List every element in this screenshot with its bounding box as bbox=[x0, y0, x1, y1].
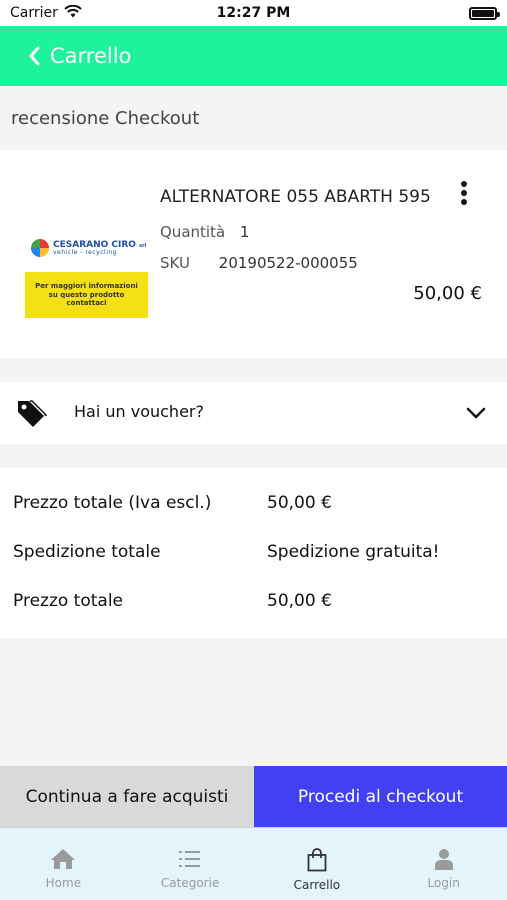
brand-logo: CESARANO CIRO srl vehicle - recycling bbox=[25, 224, 148, 272]
order-totals: Prezzo totale (Iva escl.) 50,00 € Spediz… bbox=[0, 468, 507, 638]
voucher-toggle[interactable]: Hai un voucher? bbox=[0, 382, 507, 444]
page-subtitle: recensione Checkout bbox=[0, 86, 507, 150]
continue-shopping-button[interactable]: Continua a fare acquisti bbox=[0, 766, 254, 827]
wifi-icon bbox=[64, 4, 82, 22]
user-icon bbox=[434, 848, 454, 870]
product-image: CESARANO CIRO srl vehicle - recycling Pe… bbox=[25, 224, 148, 320]
chevron-down-icon[interactable] bbox=[466, 404, 486, 422]
checkout-button[interactable]: Procedi al checkout bbox=[254, 766, 507, 827]
nav-header: Carrello bbox=[0, 26, 507, 86]
back-chevron-icon[interactable] bbox=[28, 46, 40, 66]
tab-home[interactable]: Home bbox=[0, 828, 127, 900]
total-value: Spedizione gratuita! bbox=[267, 542, 440, 562]
total-value: 50,00 € bbox=[267, 493, 332, 513]
total-label: Prezzo totale bbox=[13, 591, 124, 611]
tab-categorie[interactable]: Categorie bbox=[127, 828, 254, 900]
product-info-banner: Per maggiori informazioni su questo prod… bbox=[25, 272, 148, 318]
list-icon bbox=[179, 848, 201, 870]
brand-logo-mark-icon bbox=[31, 239, 49, 257]
product-price: 50,00 € bbox=[413, 283, 482, 304]
total-label: Spedizione totale bbox=[13, 542, 161, 562]
battery-icon bbox=[469, 6, 500, 20]
back-button-title[interactable]: Carrello bbox=[50, 44, 131, 68]
quantity-label: Quantità bbox=[160, 223, 226, 241]
total-value: 50,00 € bbox=[267, 591, 332, 611]
tab-label: Home bbox=[45, 876, 82, 890]
sku-label: SKU bbox=[160, 254, 190, 272]
tag-icon bbox=[15, 397, 48, 429]
product-name: ALTERNATORE 055 ABARTH 595 bbox=[160, 187, 431, 207]
bag-icon bbox=[307, 848, 327, 872]
voucher-label: Hai un voucher? bbox=[74, 402, 204, 421]
tab-login[interactable]: Login bbox=[380, 828, 507, 900]
sku-value: 20190522-000055 bbox=[218, 254, 358, 272]
status-left: Carrier bbox=[10, 4, 82, 22]
sku-row: SKU 20190522-000055 bbox=[160, 254, 358, 272]
logo-name: CESARANO CIRO bbox=[53, 239, 136, 250]
tab-bar: Home Categorie Carrello Login bbox=[0, 827, 507, 900]
more-options-icon[interactable] bbox=[456, 180, 472, 208]
tab-carrello[interactable]: Carrello bbox=[254, 828, 381, 900]
status-bar: Carrier 12:27 PM bbox=[0, 0, 507, 26]
total-label: Prezzo totale (Iva escl.) bbox=[13, 493, 212, 513]
tab-label: Carrello bbox=[293, 878, 341, 892]
quantity-row: Quantità 1 bbox=[160, 223, 249, 241]
tab-label: Login bbox=[427, 876, 460, 890]
tab-label: Categorie bbox=[160, 876, 220, 890]
cart-product-card: CESARANO CIRO srl vehicle - recycling Pe… bbox=[0, 150, 507, 358]
quantity-value: 1 bbox=[239, 223, 250, 241]
home-icon bbox=[50, 848, 76, 870]
logo-subtitle: vehicle - recycling bbox=[53, 248, 117, 256]
logo-suffix: srl bbox=[139, 242, 147, 249]
carrier-label: Carrier bbox=[10, 5, 58, 21]
